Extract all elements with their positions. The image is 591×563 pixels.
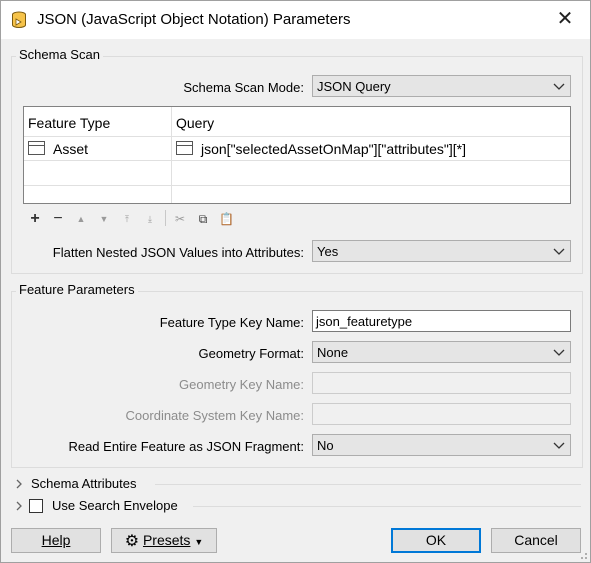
geometry-key-input (312, 372, 571, 394)
feature-parameters-label: Feature Parameters (16, 282, 138, 297)
feature-type-cell[interactable]: Asset (53, 141, 88, 157)
row-divider (24, 160, 570, 161)
read-entire-feature-value: No (317, 438, 334, 453)
schema-scan-mode-value: JSON Query (317, 79, 391, 94)
chevron-right-icon[interactable] (14, 479, 24, 489)
cancel-button-label: Cancel (514, 532, 558, 548)
database-icon (12, 11, 26, 28)
close-icon[interactable]: ✕ (554, 8, 576, 30)
chevron-right-icon[interactable] (14, 501, 24, 511)
toolbar-separator (165, 210, 166, 226)
ok-button[interactable]: OK (391, 528, 481, 553)
schema-attributes-label[interactable]: Schema Attributes (31, 476, 137, 491)
flatten-value: Yes (317, 244, 339, 259)
schema-scan-mode-select[interactable]: JSON Query (312, 75, 571, 97)
flatten-label: Flatten Nested JSON Values into Attribut… (52, 245, 304, 260)
cancel-button[interactable]: Cancel (491, 528, 581, 553)
move-top-icon[interactable]: ⤒ (120, 212, 134, 226)
remove-icon[interactable]: − (51, 211, 65, 227)
section-divider (193, 506, 581, 507)
gear-icon: ⚙ (124, 533, 140, 550)
presets-button[interactable]: ⚙ Presets ▼ (111, 528, 217, 553)
feature-query-table[interactable]: Feature Type Query Asset json["selectedA… (23, 106, 571, 204)
table-cell-icon (176, 141, 193, 155)
presets-button-label: Presets (142, 532, 191, 548)
geometry-format-value: None (317, 345, 349, 360)
cut-icon[interactable]: ✂ (173, 212, 187, 226)
row-divider (24, 185, 570, 186)
read-entire-feature-label: Read Entire Feature as JSON Fragment: (68, 439, 304, 454)
table-cell-icon (28, 141, 45, 155)
schema-scan-mode-label: Schema Scan Mode: (183, 80, 304, 95)
schema-scan-label: Schema Scan (16, 47, 103, 62)
geometry-format-label: Geometry Format: (198, 346, 304, 361)
help-button[interactable]: Help (11, 528, 101, 553)
move-bottom-icon[interactable]: ⤓ (143, 212, 157, 226)
window-title: JSON (JavaScript Object Notation) Parame… (37, 11, 351, 28)
coordinate-system-key-label: Coordinate System Key Name: (125, 408, 304, 423)
caret-down-icon: ▼ (194, 537, 204, 547)
row-divider (24, 136, 570, 137)
chevron-down-icon (553, 83, 565, 90)
feature-type-key-input[interactable]: json_featuretype (312, 310, 571, 332)
column-header-query[interactable]: Query (176, 115, 214, 131)
geometry-key-label: Geometry Key Name: (179, 377, 304, 392)
ok-button-label: OK (425, 532, 447, 548)
coordinate-system-key-input (312, 403, 571, 425)
chevron-down-icon (553, 349, 565, 356)
search-envelope-checkbox[interactable] (29, 499, 43, 513)
paste-icon[interactable]: 📋 (219, 212, 234, 226)
section-divider (155, 484, 581, 485)
chevron-down-icon (553, 442, 565, 449)
copy-icon[interactable]: ⧉ (196, 212, 210, 226)
feature-type-key-label: Feature Type Key Name: (159, 315, 304, 330)
move-down-icon[interactable]: ▼ (97, 212, 111, 226)
feature-type-key-value: json_featuretype (316, 314, 413, 329)
read-entire-feature-select[interactable]: No (312, 434, 571, 456)
move-up-icon[interactable]: ▲ (74, 212, 88, 226)
geometry-format-select[interactable]: None (312, 341, 571, 363)
help-button-label: Help (41, 532, 71, 548)
add-icon[interactable]: + (28, 211, 42, 227)
chevron-down-icon (553, 248, 565, 255)
title-bar: JSON (JavaScript Object Notation) Parame… (1, 1, 590, 39)
query-cell[interactable]: json["selectedAssetOnMap"]["attributes"]… (201, 141, 466, 157)
resize-grip-icon[interactable] (578, 550, 588, 560)
search-envelope-label[interactable]: Use Search Envelope (52, 498, 178, 513)
column-header-feature-type[interactable]: Feature Type (28, 115, 110, 131)
column-divider (171, 107, 172, 203)
dialog-window: JSON (JavaScript Object Notation) Parame… (0, 0, 591, 563)
flatten-select[interactable]: Yes (312, 240, 571, 262)
